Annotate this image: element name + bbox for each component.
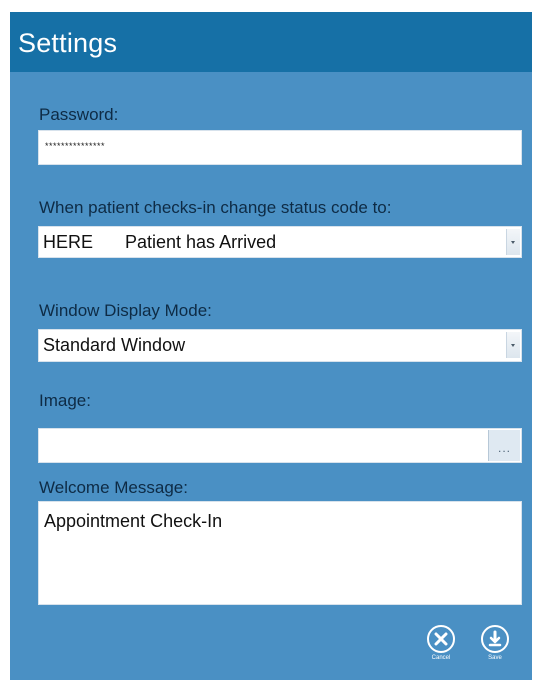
welcome-message-label: Welcome Message: (39, 478, 188, 497)
password-field[interactable]: *************** (38, 130, 522, 165)
password-value: *************** (45, 141, 106, 151)
settings-window: Settings Password: *************** When … (10, 12, 532, 680)
display-mode-select[interactable]: Standard Window (38, 329, 522, 362)
browse-button[interactable]: ... (488, 430, 520, 461)
display-mode-value: Standard Window (43, 335, 186, 355)
save-label: Save (488, 655, 502, 661)
display-mode-label: Window Display Mode: (39, 301, 212, 320)
chevron-down-icon[interactable] (506, 332, 520, 358)
cancel-label: Cancel (431, 655, 451, 661)
cancel-button[interactable]: Cancel (424, 625, 458, 661)
checkin-status-label: When patient checks-in change status cod… (39, 198, 392, 217)
status-code: HERE (43, 232, 94, 252)
welcome-message-value: Appointment Check-In (44, 511, 223, 531)
title-bar: Settings (10, 12, 532, 72)
image-field[interactable]: ... (38, 428, 522, 463)
chevron-down-icon[interactable] (506, 229, 520, 255)
image-label: Image: (39, 391, 91, 410)
status-description: Patient has Arrived (125, 232, 277, 252)
download-circle-icon (481, 625, 509, 653)
close-circle-icon (427, 625, 455, 653)
checkin-status-select[interactable]: HERE Patient has Arrived (38, 226, 522, 258)
welcome-message-textarea[interactable]: Appointment Check-In (38, 501, 522, 605)
page-title: Settings (18, 28, 118, 58)
save-button[interactable]: Save (478, 625, 512, 661)
password-label: Password: (39, 105, 119, 124)
